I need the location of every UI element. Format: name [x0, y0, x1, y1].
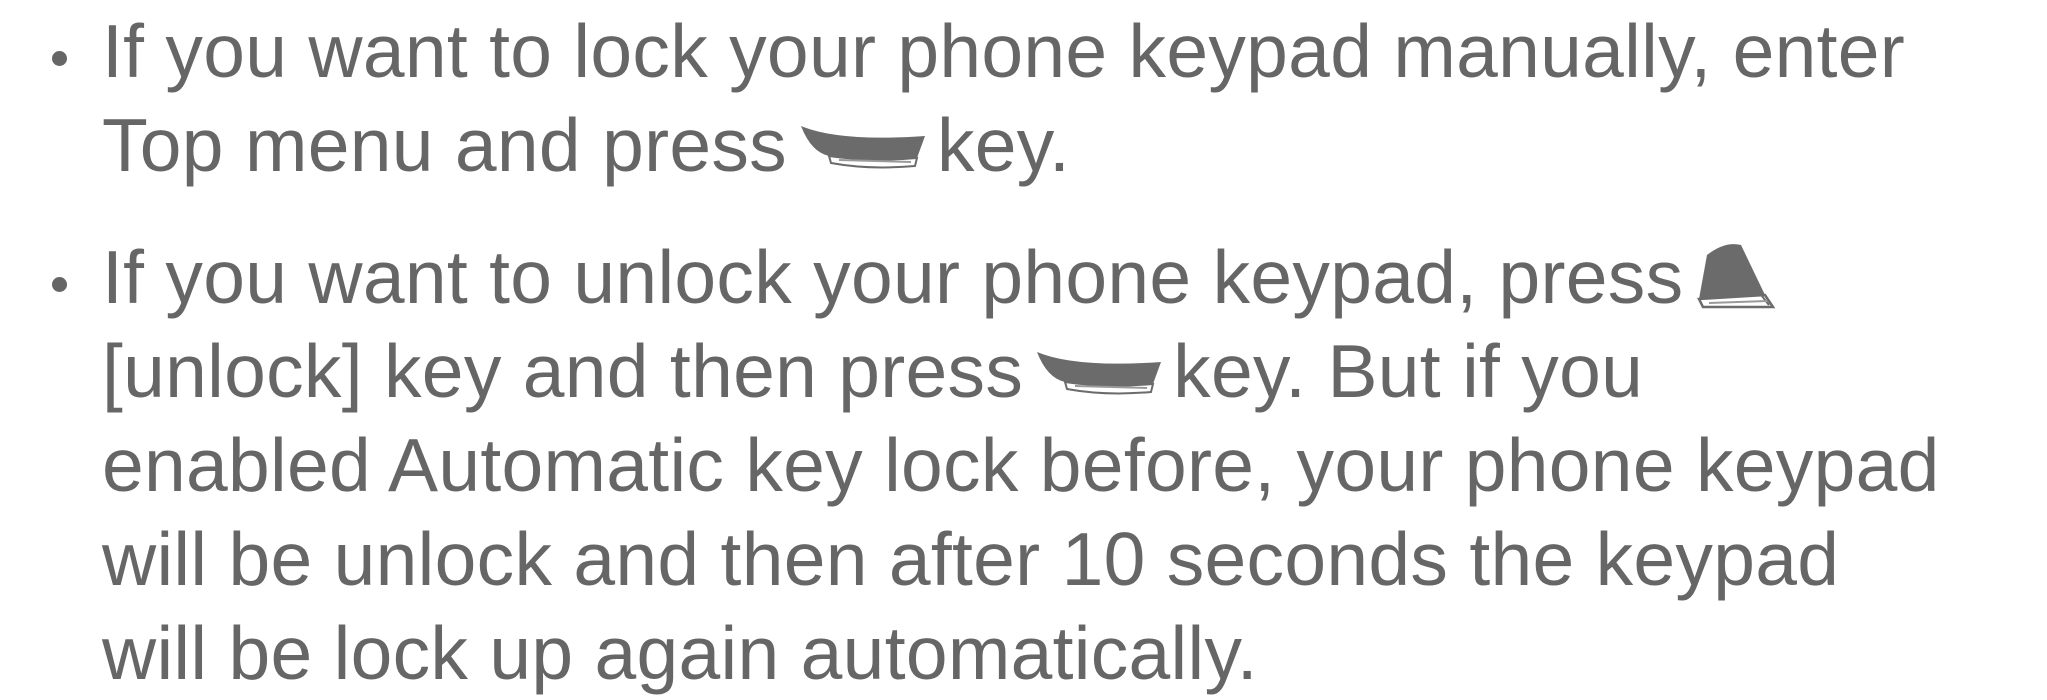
- text-line: [unlock] key and then press key. But if …: [102, 324, 1643, 418]
- text-fragment: [unlock] key and then press: [102, 329, 1024, 413]
- text-line: If you want to unlock your phone keypad,…: [102, 230, 1779, 324]
- text-line: If you want to lock your phone keypad ma…: [102, 9, 1906, 93]
- right-soft-key-icon: [799, 122, 927, 172]
- bullet-dot: [52, 51, 67, 66]
- text-line: enabled Automatic key lock before, your …: [102, 423, 1940, 507]
- text-line: will be lock up again automatically.: [102, 611, 1258, 695]
- text-line: Top menu and press key.: [102, 98, 1070, 192]
- bullet-dot: [52, 277, 67, 292]
- manual-page: If you want to lock your phone keypad ma…: [0, 0, 2047, 695]
- text-fragment: Top menu and press: [102, 103, 787, 187]
- star-key-icon: [1689, 237, 1779, 309]
- text-line: will be unlock and then after 10 seconds…: [102, 517, 1840, 601]
- right-soft-key-icon: [1035, 348, 1163, 398]
- text-fragment: key. But if you: [1173, 329, 1644, 413]
- text-fragment: If you want to unlock your phone keypad,…: [102, 235, 1684, 319]
- text-fragment: key.: [936, 103, 1071, 187]
